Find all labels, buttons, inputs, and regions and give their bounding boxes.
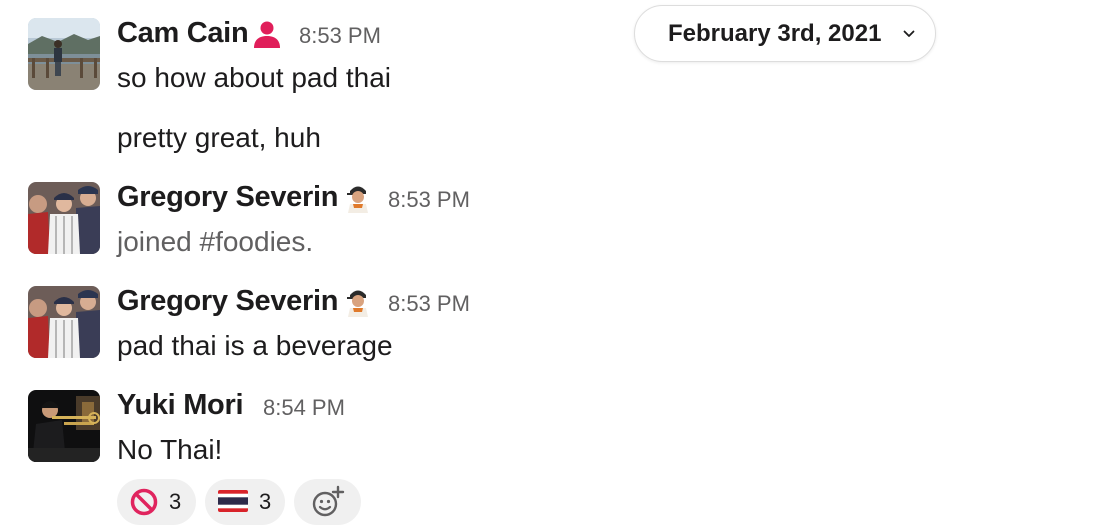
avatar[interactable] — [28, 286, 100, 358]
message-timestamp[interactable]: 8:53 PM — [388, 291, 470, 317]
message-pane: February 3rd, 2021 Cam Cain 8:53 PM so h… — [0, 0, 1110, 532]
no-entry-sign-icon — [130, 488, 158, 516]
baseball-player-icon — [347, 290, 368, 317]
message-timestamp[interactable]: 8:53 PM — [299, 23, 381, 49]
message-timestamp[interactable]: 8:53 PM — [388, 187, 470, 213]
message-text: No Thai! — [117, 434, 223, 465]
author-name[interactable]: Yuki Mori — [117, 388, 244, 422]
message-text: pad thai is a beverage — [117, 330, 393, 361]
avatar[interactable] — [28, 18, 100, 90]
reaction-count: 3 — [259, 489, 272, 514]
message-text: pretty great, huh — [117, 122, 321, 153]
message-text: joined #foodies. — [117, 226, 314, 257]
avatar[interactable] — [28, 390, 100, 462]
add-reaction-button[interactable] — [294, 479, 361, 525]
avatar[interactable] — [28, 182, 100, 254]
reaction-thailand-flag[interactable]: 3 — [205, 479, 285, 525]
date-divider-button[interactable]: February 3rd, 2021 — [634, 5, 936, 62]
message-text: so how about pad thai — [117, 62, 391, 93]
reaction-no-entry[interactable]: 3 — [117, 479, 196, 525]
person-icon — [254, 21, 280, 48]
author-name[interactable]: Cam Cain — [117, 16, 249, 50]
reaction-count: 3 — [169, 489, 182, 514]
baseball-player-icon — [347, 186, 368, 213]
chevron-down-icon — [903, 30, 915, 37]
add-reaction-icon — [312, 485, 345, 517]
date-divider-label: February 3rd, 2021 — [668, 20, 882, 47]
message-timestamp[interactable]: 8:54 PM — [263, 395, 345, 421]
author-name[interactable]: Gregory Severin — [117, 284, 338, 318]
author-name[interactable]: Gregory Severin — [117, 180, 338, 214]
thailand-flag-icon — [218, 490, 248, 512]
